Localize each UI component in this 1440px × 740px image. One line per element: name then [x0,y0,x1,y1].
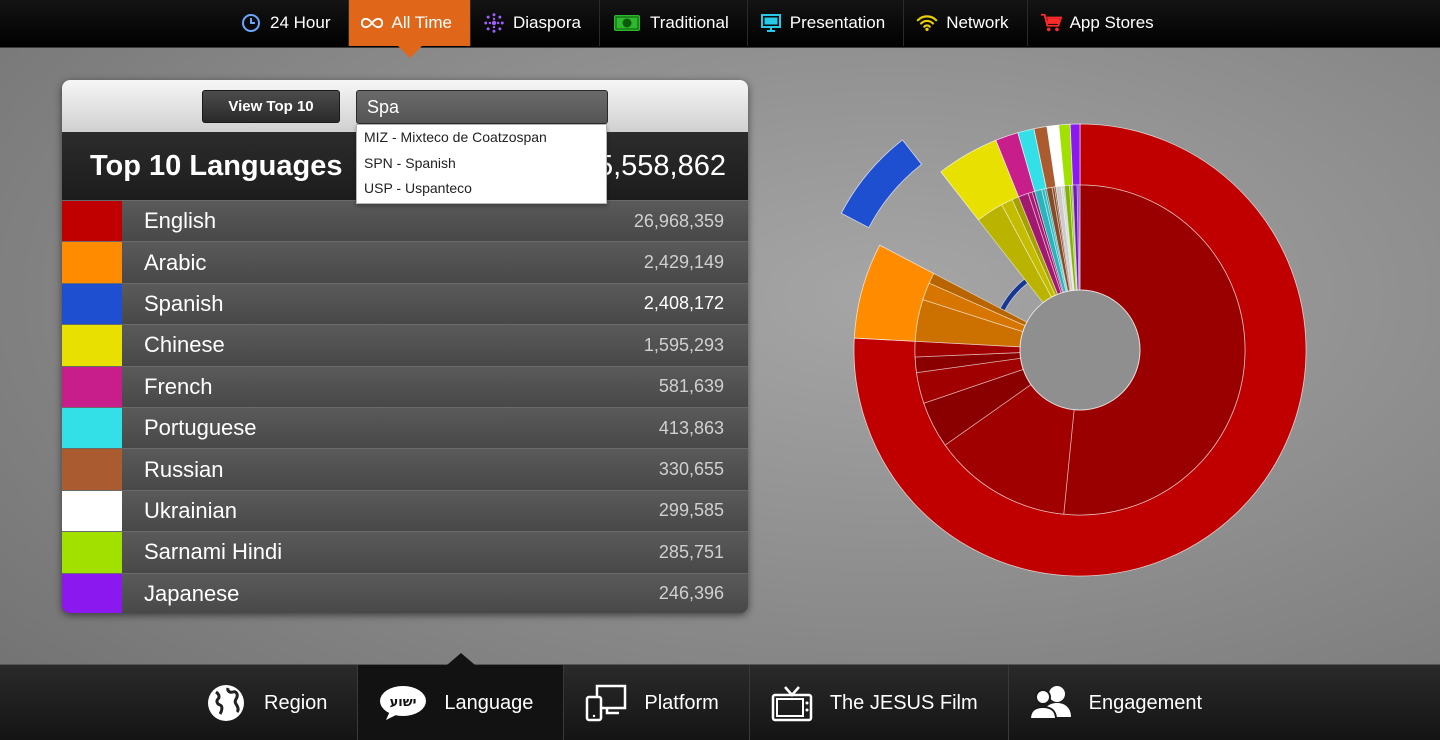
infinity-icon [361,12,384,34]
language-name: Portuguese [144,415,257,441]
language-value: 2,429,149 [643,252,724,273]
tab-diaspora[interactable]: Diaspora [471,0,600,46]
tab-all-time[interactable]: All Time [349,0,471,58]
wifi-icon [916,12,938,34]
color-swatch [62,490,122,532]
tab-network[interactable]: Network [904,0,1028,46]
language-value: 413,863 [658,417,724,438]
top-bar: 24 Hour All Time Diaspora Traditional Pr… [0,0,1440,58]
language-name: Russian [144,456,224,482]
tab-engagement[interactable]: Engagement [1007,665,1232,740]
language-value: 299,585 [658,500,724,521]
language-row[interactable]: English 26,968,359 [62,200,748,242]
tab-platform[interactable]: Platform [563,665,748,740]
money-icon [612,12,642,34]
clock-icon [240,12,262,34]
color-swatch [62,449,122,490]
tab-label: Traditional [650,13,729,32]
language-value: 330,655 [658,459,724,480]
language-name: Spanish [144,290,224,316]
panel-title: Top 10 Languages [90,150,343,182]
tab-label: App Stores [1069,13,1154,32]
color-swatch [62,325,122,366]
language-row[interactable]: Chinese 1,595,293 [62,324,748,366]
language-value: 1,595,293 [643,334,724,355]
tab-label: Engagement [1088,691,1203,714]
suggestion-item[interactable]: USP - Uspanteco [357,176,606,202]
language-value: 26,968,359 [633,210,724,231]
tab-label: Platform [644,691,719,714]
language-search-input[interactable] [356,90,608,124]
language-value: 285,751 [658,541,724,562]
languages-sunburst-chart[interactable] [820,110,1420,590]
top-nav: 24 Hour All Time Diaspora Traditional Pr… [228,0,1172,58]
people-icon [1028,681,1073,725]
language-row[interactable]: Portuguese 413,863 [62,406,748,449]
tab-label: The JESUS Film [829,691,978,714]
tv-icon [770,681,814,725]
language-row[interactable]: Japanese 246,396 [62,572,748,613]
tab-app-stores[interactable]: App Stores [1028,0,1172,46]
tab-label: Network [946,13,1009,32]
globe-icon [204,681,248,725]
color-swatch [62,283,122,325]
total-count: 5,558,862 [596,150,726,182]
tab-label: Language [444,691,534,714]
bottom-bar: Region ישוע Language Platform The JESUS … [0,653,1440,740]
language-name: Sarnami Hindi [144,539,283,565]
tab-24-hour[interactable]: 24 Hour [228,0,350,46]
language-row[interactable]: Spanish 2,408,172 [62,282,748,325]
color-swatch [62,407,122,449]
language-name: Ukrainian [144,497,237,523]
tab-language[interactable]: ישוע Language [357,653,564,740]
speech-bubble-text: ישוע [390,695,417,710]
monitor-icon [760,12,782,34]
color-swatch [62,242,122,283]
language-name: Japanese [144,580,240,606]
bottom-nav: Region ישוע Language Platform The JESUS … [184,653,1232,740]
inner-slice-spanish[interactable] [999,278,1029,312]
language-row[interactable]: Russian 330,655 [62,448,748,490]
language-value: 246,396 [658,583,724,604]
language-value: 581,639 [658,376,724,397]
language-name: Arabic [144,249,207,275]
devices-icon [584,681,628,725]
tab-label: Region [264,691,328,714]
tab-jesus-film[interactable]: The JESUS Film [748,665,1008,740]
language-row[interactable]: Ukrainian 299,585 [62,489,748,532]
language-row[interactable]: French 581,639 [62,365,748,407]
chart-center-hole [1019,289,1141,411]
language-name: French [144,373,213,399]
search-suggestions: MIZ - Mixteco de Coatzospan SPN - Spanis… [356,124,607,204]
color-swatch [62,201,122,242]
language-row[interactable]: Arabic 2,429,149 [62,241,748,283]
slice-spanish[interactable] [840,139,923,229]
burst-icon [483,12,505,34]
tab-label: Diaspora [512,13,581,32]
color-swatch [62,366,122,407]
speech-bubble-icon: ישוע [378,681,428,725]
color-swatch [62,532,122,573]
language-list: English 26,968,359 Arabic 2,429,149 Span… [62,200,748,613]
suggestion-item[interactable]: MIZ - Mixteco de Coatzospan [357,125,606,151]
tab-traditional[interactable]: Traditional [600,0,748,46]
tab-label: Presentation [789,13,886,32]
view-top-10-button[interactable]: View Top 10 [202,90,340,123]
language-name: Chinese [144,332,225,358]
tab-label: 24 Hour [270,13,331,32]
tab-region[interactable]: Region [184,665,357,740]
language-value: 2,408,172 [643,293,724,314]
tab-presentation[interactable]: Presentation [748,0,905,46]
suggestion-item[interactable]: SPN - Spanish [357,151,606,177]
tab-label: All Time [391,13,452,32]
language-row[interactable]: Sarnami Hindi 285,751 [62,531,748,573]
cart-icon [1040,12,1062,34]
color-swatch [62,573,122,613]
language-name: English [144,208,217,234]
